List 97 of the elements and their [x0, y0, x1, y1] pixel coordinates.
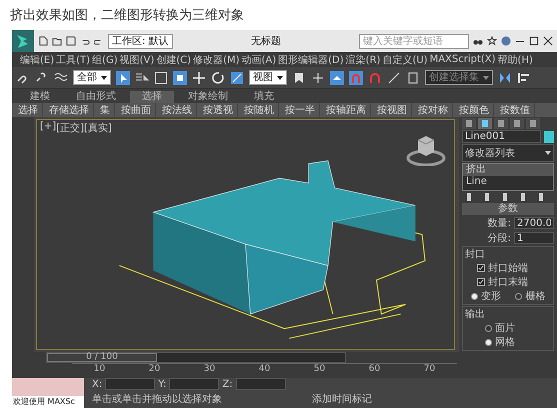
rotate-icon[interactable] [211, 70, 225, 84]
listener-text: 欢迎使用 MAXSc [12, 396, 84, 408]
window-crossing-icon[interactable] [173, 70, 187, 84]
ribbon-tool[interactable]: 按透视 [199, 103, 238, 117]
menu-item[interactable]: 修改器(M) [193, 52, 240, 66]
caret-icon[interactable] [101, 76, 107, 80]
frame-counter[interactable]: 0 / 100 [47, 353, 157, 362]
group-title: 输出 [465, 308, 486, 321]
menu-item[interactable]: MAXScript(X) [430, 54, 496, 65]
move-icon[interactable] [192, 70, 206, 84]
checkbox-label: 封口始端 [488, 262, 528, 275]
workspace-dropdown[interactable]: 工作区: 默认 [108, 34, 173, 48]
menu-item[interactable]: 视图(V) [120, 52, 154, 66]
spinner-field[interactable]: 1 [514, 232, 554, 244]
save-icon[interactable] [66, 36, 76, 46]
ribbon-tab[interactable]: 建模 [18, 91, 62, 103]
viewport-label[interactable]: [真实] [84, 121, 112, 135]
rollout-title[interactable]: 参数 [462, 203, 554, 215]
radio-label: 变形 [480, 290, 501, 303]
checkbox[interactable] [477, 264, 485, 272]
select-object-icon[interactable] [116, 70, 130, 84]
viewport-label[interactable]: [+] [40, 121, 56, 135]
add-time-tag-button[interactable]: 添加时间标记 [312, 392, 372, 406]
panel-tab-icon[interactable] [462, 118, 476, 129]
caret-icon[interactable] [277, 76, 283, 80]
selection-set-dropdown[interactable]: 创建选择集 [425, 70, 493, 85]
ribbon-tab[interactable]: 对象绘制 [176, 91, 240, 103]
menu-item[interactable]: 组(G) [92, 52, 118, 66]
snap-toggle-icon[interactable] [349, 70, 363, 84]
stack-item[interactable]: Line [463, 176, 553, 188]
group-title: 封口 [465, 248, 486, 261]
align-icon[interactable] [517, 70, 531, 84]
caption-text: 挤出效果如图，二维图形转换为三维对象 [9, 7, 245, 25]
ribbon-tool[interactable]: 按随机 [240, 103, 279, 117]
coordinate-label: Z: [222, 378, 233, 390]
panel-tab-icon[interactable] [510, 118, 524, 129]
star-icon[interactable] [487, 36, 497, 46]
object-name-field[interactable]: Line001 [462, 130, 541, 143]
ribbon-tool[interactable]: 存储选择 [45, 103, 94, 117]
selection-filter-dropdown[interactable]: 全部 [73, 70, 111, 85]
spinner-field[interactable]: 2700.0 [514, 217, 554, 229]
close-icon[interactable] [543, 36, 553, 46]
caret-icon[interactable] [545, 151, 551, 155]
radio-label: 栅格 [525, 290, 546, 303]
modifier-list-dropdown[interactable]: 修改器列表 [462, 144, 554, 162]
coordinate-field[interactable] [105, 378, 156, 390]
menu-item[interactable]: 动画(A) [242, 52, 276, 66]
ribbon-tool[interactable]: 集 [96, 103, 115, 117]
menu-item[interactable]: 自定义(U) [382, 52, 428, 66]
panel-tab-icon[interactable] [494, 118, 508, 129]
coordinate-field[interactable] [169, 378, 220, 390]
radio-button[interactable] [470, 292, 478, 300]
radio-button[interactable] [515, 292, 522, 300]
listener-field[interactable] [12, 378, 84, 396]
ribbon-tab[interactable]: 自由形式 [64, 91, 128, 103]
object-color-swatch[interactable] [544, 130, 554, 142]
menu-item[interactable]: 渲染(R) [346, 52, 380, 66]
spinner-label: 数量: [488, 217, 511, 230]
window-title: 无标题 [250, 34, 282, 48]
ribbon-tool[interactable]: 按对称 [414, 103, 453, 117]
stack-item[interactable]: 挤出 [463, 164, 553, 176]
coordinate-field[interactable] [236, 378, 286, 390]
ribbon-tool[interactable]: 按一半 [281, 103, 320, 117]
viewport[interactable]: [+][正交][真实] [36, 119, 455, 350]
menu-item[interactable]: 创建(C) [156, 52, 192, 66]
viewport-label[interactable]: [正交] [56, 121, 84, 135]
radio-label: 网格 [495, 336, 515, 349]
ribbon-tab[interactable]: 填充 [242, 91, 286, 103]
menu-item[interactable]: 图形编辑器(D) [278, 52, 344, 66]
ribbon-tool[interactable]: 按视图 [373, 103, 412, 117]
radio-button[interactable] [485, 324, 492, 332]
radio-button[interactable] [485, 338, 492, 346]
checkbox-label: 封口末端 [488, 276, 528, 289]
new-file-icon[interactable] [38, 36, 48, 46]
menu-item[interactable]: 编辑(E) [20, 52, 54, 66]
radio-label: 面片 [495, 322, 515, 335]
coordinate-label: X: [92, 378, 102, 390]
search-field[interactable]: 键入关键字或短语 [359, 34, 469, 48]
coordinate-label: Y: [158, 378, 166, 390]
ribbon-tool[interactable]: 按轴距离 [322, 103, 371, 117]
spinner-label: 分段: [488, 232, 511, 245]
menu-item[interactable]: 工具(T) [56, 52, 90, 66]
help-icon[interactable] [501, 36, 511, 46]
region-select-icon[interactable] [154, 70, 168, 84]
ribbon-tab[interactable]: 选择 [130, 91, 174, 103]
mirror-icon[interactable] [498, 70, 512, 84]
status-prompt: 单击或单击并拖动以选择对象 [92, 392, 222, 406]
maximize-icon[interactable] [529, 36, 539, 46]
open-folder-icon[interactable] [52, 36, 62, 46]
panel-tab-icon[interactable] [478, 118, 492, 129]
scale-icon[interactable] [230, 70, 244, 84]
checkbox[interactable] [477, 278, 485, 286]
ribbon-tool[interactable]: 按曲面 [117, 103, 156, 117]
panel-tab-icon[interactable] [526, 118, 540, 129]
reference-coordinate-dropdown[interactable]: 视图 [249, 70, 287, 85]
ribbon-tool[interactable]: 按法线 [158, 103, 197, 117]
menu-item[interactable]: 帮助(H) [498, 52, 533, 66]
